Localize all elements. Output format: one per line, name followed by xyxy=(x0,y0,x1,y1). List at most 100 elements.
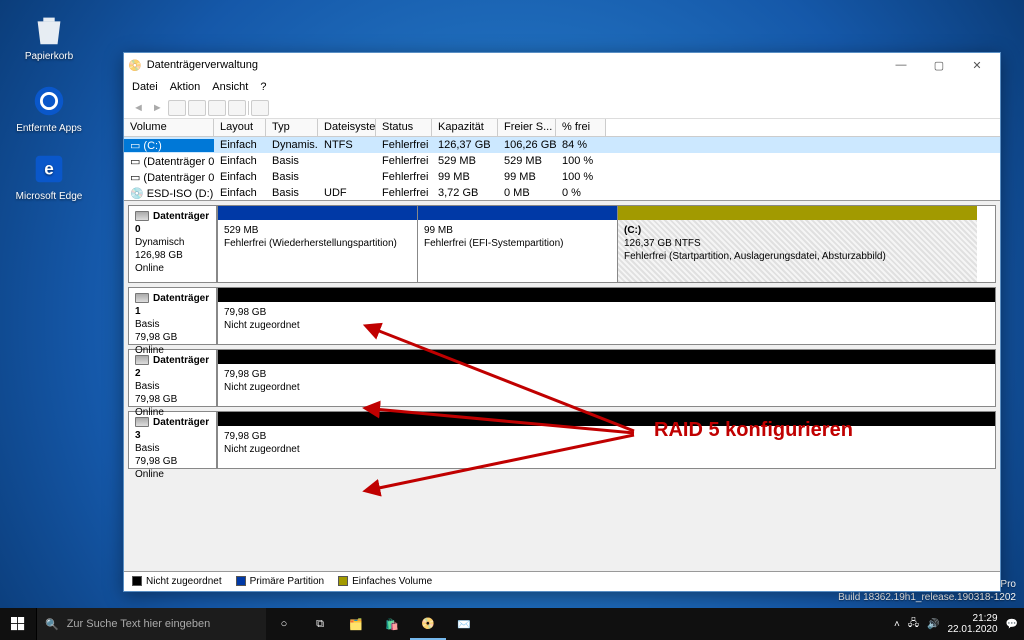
toolbar-button[interactable] xyxy=(228,100,246,116)
cell: Einfach xyxy=(214,155,266,167)
column-header[interactable]: Dateisystem xyxy=(318,119,376,136)
column-header[interactable]: Volume xyxy=(124,119,214,136)
disk-info: Datenträger 1Basis79,98 GBOnline xyxy=(129,288,217,344)
cell: Fehlerfrei .. xyxy=(376,139,432,151)
nav-fwd-icon: ► xyxy=(149,102,166,114)
disk-info: Datenträger 0 Dynamisch 126,98 GB Online xyxy=(129,206,217,282)
start-button[interactable] xyxy=(0,608,36,640)
app-icon: 📀 xyxy=(128,59,142,72)
volume-row[interactable]: ▭(Datenträger 0 Par...EinfachBasis Fehler… xyxy=(124,153,1000,169)
menubar: Datei Aktion Ansicht ? xyxy=(124,77,1000,97)
legend-item: Nicht zugeordnet xyxy=(132,576,222,587)
menu-action[interactable]: Aktion xyxy=(170,81,201,93)
volume-row[interactable]: ▭(C:)EinfachDynamis...NTFSFehlerfrei ..1… xyxy=(124,137,1000,153)
desktop-icon-edge[interactable]: e Microsoft Edge xyxy=(14,150,84,202)
cell: Einfach xyxy=(214,139,266,151)
toolbar-button[interactable] xyxy=(208,100,226,116)
cell: 99 MB xyxy=(498,171,556,183)
taskbar-app-mail[interactable]: ✉️ xyxy=(446,608,482,640)
partition[interactable]: (C:)126,37 GB NTFSFehlerfrei (Startparti… xyxy=(617,206,977,282)
partition[interactable]: 99 MBFehlerfrei (EFI-Systempartition) xyxy=(417,206,617,282)
tray-network-icon[interactable]: 🖧 xyxy=(908,616,919,633)
minimize-button[interactable]: — xyxy=(882,54,920,76)
menu-view[interactable]: Ansicht xyxy=(212,81,248,93)
cell: Fehlerfrei .. xyxy=(376,187,432,199)
nav-back-icon: ◄ xyxy=(130,102,147,114)
cell: 529 MB xyxy=(432,155,498,167)
cell: Fehlerfrei .. xyxy=(376,171,432,183)
toolbar: ◄ ► xyxy=(124,97,1000,119)
partition[interactable]: 529 MBFehlerfrei (Wiederherstellungspart… xyxy=(217,206,417,282)
system-tray[interactable]: ˄ 🖧 🔊 21:2922.01.2020 💬 xyxy=(894,613,1024,635)
cell: 99 MB xyxy=(432,171,498,183)
disk-row[interactable]: Datenträger 1Basis79,98 GBOnline79,98 GB… xyxy=(128,287,996,345)
volume-row[interactable]: 💿ESD-ISO (D:)EinfachBasisUDFFehlerfrei .… xyxy=(124,185,1000,201)
partition-unallocated[interactable]: 79,98 GBNicht zugeordnet xyxy=(217,412,995,468)
disk-row[interactable]: Datenträger 2Basis79,98 GBOnline79,98 GB… xyxy=(128,349,996,407)
column-header[interactable]: Kapazität xyxy=(432,119,498,136)
column-header[interactable]: Layout xyxy=(214,119,266,136)
cell: 100 % xyxy=(556,155,606,167)
toolbar-button[interactable] xyxy=(168,100,186,116)
cell: 84 % xyxy=(556,139,606,151)
taskbar-app-diskmgmt[interactable]: 📀 xyxy=(410,608,446,640)
desktop-icon-label: Papierkorb xyxy=(14,51,84,62)
cell: UDF xyxy=(318,187,376,199)
task-view-icon[interactable]: ⧉ xyxy=(302,608,338,640)
menu-file[interactable]: Datei xyxy=(132,81,158,93)
toolbar-button[interactable] xyxy=(188,100,206,116)
cell: Einfach xyxy=(214,171,266,183)
taskbar: 🔍 Zur Suche Text hier eingeben ○ ⧉ 🗂️ 🛍️… xyxy=(0,608,1024,640)
cell: ▭(Datenträger 0 Par... xyxy=(124,171,214,184)
column-header[interactable]: % frei xyxy=(556,119,606,136)
cortana-icon[interactable]: ○ xyxy=(266,608,302,640)
disk-row[interactable]: Datenträger 3Basis79,98 GBOnline79,98 GB… xyxy=(128,411,996,469)
tray-clock[interactable]: 21:2922.01.2020 xyxy=(947,613,997,635)
cell: 0 MB xyxy=(498,187,556,199)
disk-info: Datenträger 3Basis79,98 GBOnline xyxy=(129,412,217,468)
column-header[interactable]: Freier S... xyxy=(498,119,556,136)
tray-notifications-icon[interactable]: 💬 xyxy=(1006,619,1018,630)
search-placeholder: Zur Suche Text hier eingeben xyxy=(67,618,211,630)
search-icon: 🔍 xyxy=(45,618,59,631)
desktop-icon-recycle-bin[interactable]: Papierkorb xyxy=(14,10,84,62)
volume-list: VolumeLayoutTypDateisystemStatusKapazitä… xyxy=(124,119,1000,201)
close-button[interactable]: ✕ xyxy=(958,54,996,76)
maximize-button[interactable]: ▢ xyxy=(920,54,958,76)
disk-graphical-view: Datenträger 0 Dynamisch 126,98 GB Online… xyxy=(124,201,1000,571)
cell: 3,72 GB xyxy=(432,187,498,199)
cell: Basis xyxy=(266,155,318,167)
tray-chevron-icon[interactable]: ˄ xyxy=(894,619,900,630)
disk-info: Datenträger 2Basis79,98 GBOnline xyxy=(129,350,217,406)
taskbar-search[interactable]: 🔍 Zur Suche Text hier eingeben xyxy=(36,608,266,640)
taskbar-app-store[interactable]: 🛍️ xyxy=(374,608,410,640)
column-header[interactable]: Status xyxy=(376,119,432,136)
disk-row-0[interactable]: Datenträger 0 Dynamisch 126,98 GB Online… xyxy=(128,205,996,283)
cell: 💿ESD-ISO (D:) xyxy=(124,187,214,200)
volume-row[interactable]: ▭(Datenträger 0 Par...EinfachBasisFehler… xyxy=(124,169,1000,185)
cell: ▭(C:) xyxy=(124,139,214,152)
partition-unallocated[interactable]: 79,98 GBNicht zugeordnet xyxy=(217,350,995,406)
svg-text:e: e xyxy=(44,160,54,179)
toolbar-button[interactable] xyxy=(251,100,269,116)
cell: Einfach xyxy=(214,187,266,199)
cell: ▭(Datenträger 0 Par... xyxy=(124,155,214,168)
cell: 106,26 GB xyxy=(498,139,556,151)
cell: 126,37 GB xyxy=(432,139,498,151)
disk-management-window: 📀 Datenträgerverwaltung — ▢ ✕ Datei Akti… xyxy=(123,52,1001,592)
cell: 100 % xyxy=(556,171,606,183)
cell: 529 MB xyxy=(498,155,556,167)
legend-item: Primäre Partition xyxy=(236,576,324,587)
cell: Dynamis... xyxy=(266,139,318,151)
cell: Basis xyxy=(266,187,318,199)
partition-unallocated[interactable]: 79,98 GBNicht zugeordnet xyxy=(217,288,995,344)
column-header[interactable]: Typ xyxy=(266,119,318,136)
legend: Nicht zugeordnetPrimäre PartitionEinfach… xyxy=(124,571,1000,591)
menu-help[interactable]: ? xyxy=(260,81,266,93)
taskbar-app-explorer[interactable]: 🗂️ xyxy=(338,608,374,640)
cell: 0 % xyxy=(556,187,606,199)
tray-volume-icon[interactable]: 🔊 xyxy=(927,619,939,630)
desktop-icon-removed-apps[interactable]: Entfernte Apps xyxy=(14,82,84,134)
window-titlebar[interactable]: 📀 Datenträgerverwaltung — ▢ ✕ xyxy=(124,53,1000,77)
cell: Fehlerfrei .. xyxy=(376,155,432,167)
